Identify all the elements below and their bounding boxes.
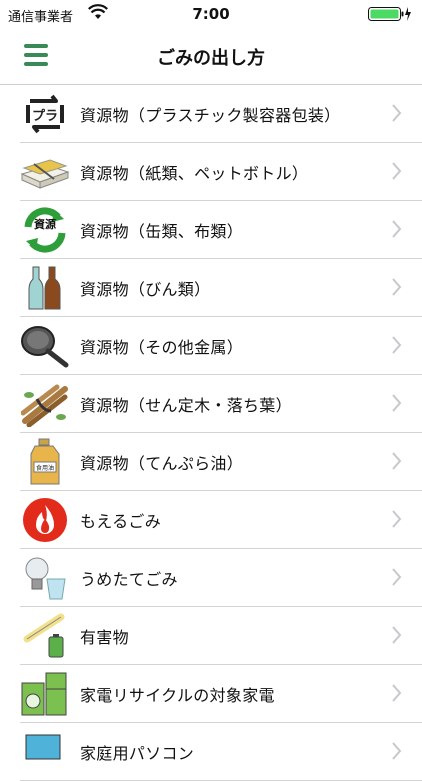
chevron-right-icon bbox=[392, 162, 402, 180]
item-label: 資源物（その他金属） bbox=[80, 337, 244, 357]
item-label: 家電リサイクルの対象家電 bbox=[80, 685, 275, 705]
chevron-right-icon bbox=[392, 684, 402, 702]
item-label: 資源物（プラスチック製容器包装） bbox=[80, 105, 341, 125]
chevron-right-icon bbox=[392, 568, 402, 586]
chevron-right-icon bbox=[392, 394, 402, 412]
chevron-right-icon bbox=[392, 220, 402, 238]
list-item[interactable]: プラ 資源物（プラスチック製容器包装） bbox=[20, 85, 422, 143]
resource-recycle-icon: 資源 bbox=[20, 205, 70, 255]
item-label: 資源物（てんぷら油） bbox=[80, 453, 244, 473]
appliances-icon bbox=[20, 669, 70, 719]
list-item[interactable]: 資源物（びん類） bbox=[20, 259, 422, 317]
oil-bottle-icon: 食用油 bbox=[20, 437, 70, 487]
list-item[interactable]: 資源 資源物（缶類、布類） bbox=[20, 201, 422, 259]
chevron-right-icon bbox=[392, 104, 402, 122]
bottles-icon bbox=[20, 263, 70, 313]
chevron-right-icon bbox=[392, 278, 402, 296]
resource-mark-text: 資源 bbox=[34, 217, 56, 231]
chevron-right-icon bbox=[392, 510, 402, 528]
list-item[interactable]: 家電リサイクルの対象家電 bbox=[20, 665, 422, 723]
item-label: 資源物（紙類、ペットボトル） bbox=[80, 163, 309, 183]
list-item[interactable]: 家庭用パソコン bbox=[20, 723, 422, 781]
oil-label-text: 食用油 bbox=[36, 464, 54, 472]
item-label: 有害物 bbox=[80, 627, 129, 647]
chevron-right-icon bbox=[392, 742, 402, 760]
chevron-right-icon bbox=[392, 626, 402, 644]
list-item[interactable]: 食用油 資源物（てんぷら油） bbox=[20, 433, 422, 491]
branches-icon bbox=[20, 379, 70, 429]
paper-bundle-icon bbox=[20, 147, 70, 197]
item-label: 資源物（びん類） bbox=[80, 279, 211, 299]
battery-icon bbox=[368, 6, 412, 26]
fire-icon bbox=[20, 495, 70, 545]
item-label: うめたてごみ bbox=[80, 569, 178, 589]
chevron-right-icon bbox=[392, 336, 402, 354]
bulb-glass-icon bbox=[20, 553, 70, 603]
computer-icon bbox=[20, 727, 70, 777]
status-bar: 通信事業者 7:00 bbox=[0, 0, 422, 28]
list-item[interactable]: もえるごみ bbox=[20, 491, 422, 549]
page-title: ごみの出し方 bbox=[157, 48, 265, 69]
item-label: 家庭用パソコン bbox=[80, 743, 195, 763]
plastic-recycle-icon: プラ bbox=[20, 89, 70, 139]
item-label: 資源物（缶類、布類） bbox=[80, 221, 244, 241]
frying-pan-icon bbox=[20, 321, 70, 371]
list-item[interactable]: 有害物 bbox=[20, 607, 422, 665]
list-item[interactable]: 資源物（せん定木・落ち葉） bbox=[20, 375, 422, 433]
plastic-mark-text: プラ bbox=[32, 109, 58, 124]
list-item[interactable]: 資源物（その他金属） bbox=[20, 317, 422, 375]
item-label: もえるごみ bbox=[80, 511, 162, 531]
item-label: 資源物（せん定木・落ち葉） bbox=[80, 395, 292, 415]
list-item[interactable]: 資源物（紙類、ペットボトル） bbox=[20, 143, 422, 201]
chevron-right-icon bbox=[392, 452, 402, 470]
category-list: プラ 資源物（プラスチック製容器包装） 資源物（紙類、ペットボトル） 資源 資源… bbox=[20, 85, 422, 781]
clock: 7:00 bbox=[192, 5, 230, 23]
list-item[interactable]: うめたてごみ bbox=[20, 549, 422, 607]
battery-fluorescent-icon bbox=[20, 611, 70, 661]
nav-bar: ごみの出し方 bbox=[0, 28, 422, 85]
